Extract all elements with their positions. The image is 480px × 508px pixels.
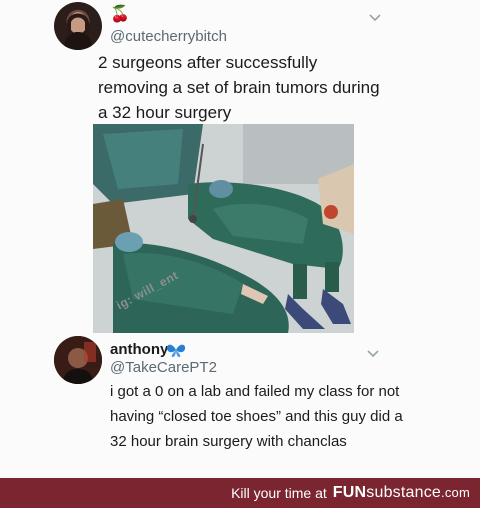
site-footer-banner[interactable]: Kill your time at FUNsubstance.com (0, 478, 480, 508)
tweet-handle[interactable]: @cutecherrybitch (110, 28, 227, 45)
reply-text: i got a 0 on a lab and failed my class f… (110, 383, 403, 450)
post-card: 🍒 @cutecherrybitch 2 surgeons after succ… (0, 0, 480, 478)
user-avatar-icon (64, 12, 92, 50)
cherry-icon: 🍒 (110, 6, 130, 23)
footer-tagline: Kill your time at (231, 485, 327, 501)
tweet-text: 2 surgeons after successfully removing a… (98, 53, 380, 122)
chevron-down-icon[interactable] (366, 346, 380, 360)
chevron-down-icon[interactable] (368, 10, 382, 24)
reply-avatar[interactable] (54, 336, 102, 384)
user-avatar-icon (54, 336, 102, 384)
reply-handle[interactable]: @TakeCarePT2 (110, 359, 217, 376)
butterfly-icon (166, 344, 186, 357)
site-logo[interactable]: FUNsubstance.com (333, 484, 470, 502)
avatar[interactable] (54, 2, 102, 50)
reply-display-name[interactable]: anthony (110, 341, 168, 358)
logo-bold-part: FUN (332, 484, 367, 501)
logo-domain: .com (441, 485, 470, 500)
logo-thin-part: substance (366, 484, 442, 501)
